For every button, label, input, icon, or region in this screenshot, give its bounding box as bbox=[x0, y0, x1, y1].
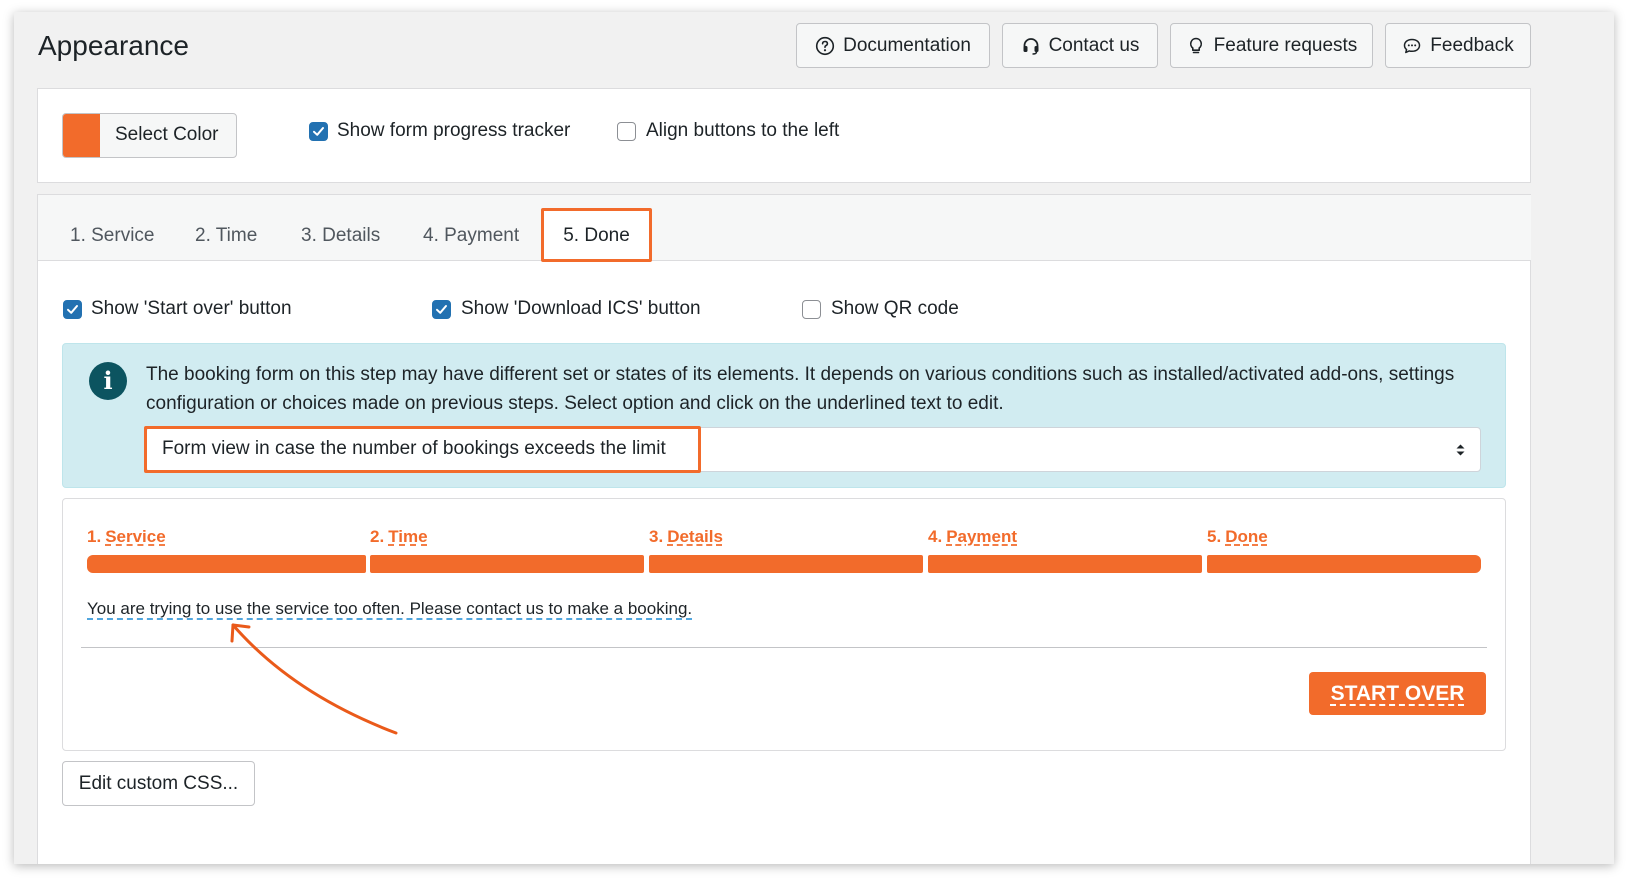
show-progress-tracker-checkbox[interactable] bbox=[309, 122, 328, 141]
select-color-button[interactable]: Select Color bbox=[62, 113, 237, 158]
form-view-select[interactable]: Form view in case the number of bookings… bbox=[146, 427, 1481, 472]
feature-requests-button[interactable]: Feature requests bbox=[1170, 23, 1373, 68]
select-color-label: Select Color bbox=[115, 124, 219, 145]
general-settings-card: Select Color Show form progress tracker … bbox=[37, 88, 1531, 183]
documentation-label: Documentation bbox=[843, 34, 971, 56]
form-view-select-value: Form view in case the number of bookings… bbox=[162, 438, 666, 459]
tab-payment[interactable]: 4. Payment bbox=[413, 210, 529, 261]
documentation-button[interactable]: Documentation bbox=[796, 23, 990, 68]
show-qr-code-checkbox[interactable] bbox=[802, 300, 821, 319]
info-alert: i The booking form on this step may have… bbox=[62, 343, 1506, 488]
checkmark-icon bbox=[313, 127, 324, 136]
lightbulb-icon bbox=[1189, 37, 1202, 53]
feature-requests-label: Feature requests bbox=[1213, 34, 1358, 56]
question-circle-icon bbox=[815, 36, 835, 55]
show-qr-code-label: Show QR code bbox=[831, 298, 959, 319]
contact-us-label: Contact us bbox=[1048, 34, 1140, 56]
appearance-window: Appearance Documentation Contact us Feat… bbox=[14, 12, 1614, 864]
annotation-arrow bbox=[230, 623, 398, 735]
tab-service[interactable]: 1. Service bbox=[60, 210, 164, 261]
feedback-button[interactable]: Feedback bbox=[1385, 23, 1531, 68]
tab-details[interactable]: 3. Details bbox=[291, 210, 390, 261]
headset-icon bbox=[1023, 37, 1039, 55]
show-start-over-checkbox[interactable] bbox=[63, 300, 82, 319]
checkmark-icon bbox=[67, 305, 78, 314]
color-swatch bbox=[63, 114, 100, 157]
feedback-label: Feedback bbox=[1430, 34, 1514, 56]
form-preview: 1. Service 2. Time 3. Details 4. Payment 5. D… bbox=[62, 498, 1506, 751]
show-download-ics-label: Show 'Download ICS' button bbox=[461, 298, 701, 319]
page-title: Appearance bbox=[38, 30, 190, 61]
info-text: The booking form on this step may have d… bbox=[146, 364, 1455, 414]
contact-us-button[interactable]: Contact us bbox=[1002, 23, 1158, 68]
step-tabs: 1. Service 2. Time 3. Details 4. Payment… bbox=[38, 195, 1531, 261]
edit-custom-css-button[interactable]: Edit custom CSS... bbox=[62, 761, 255, 806]
checkmark-icon bbox=[436, 305, 447, 314]
show-progress-tracker-label: Show form progress tracker bbox=[337, 120, 571, 141]
show-download-ics-checkbox[interactable] bbox=[432, 300, 451, 319]
steps-card: 1. Service 2. Time 3. Details 4. Payment… bbox=[37, 194, 1531, 864]
tab-done[interactable]: 5. Done bbox=[543, 210, 650, 261]
align-buttons-left-checkbox[interactable] bbox=[617, 122, 636, 141]
tab-time[interactable]: 2. Time bbox=[185, 210, 267, 261]
select-updown-icon bbox=[1456, 444, 1465, 456]
align-buttons-left-label: Align buttons to the left bbox=[646, 120, 840, 141]
show-start-over-label: Show 'Start over' button bbox=[91, 298, 292, 319]
chat-bubble-icon bbox=[1404, 38, 1421, 53]
info-icon: i bbox=[89, 362, 127, 400]
